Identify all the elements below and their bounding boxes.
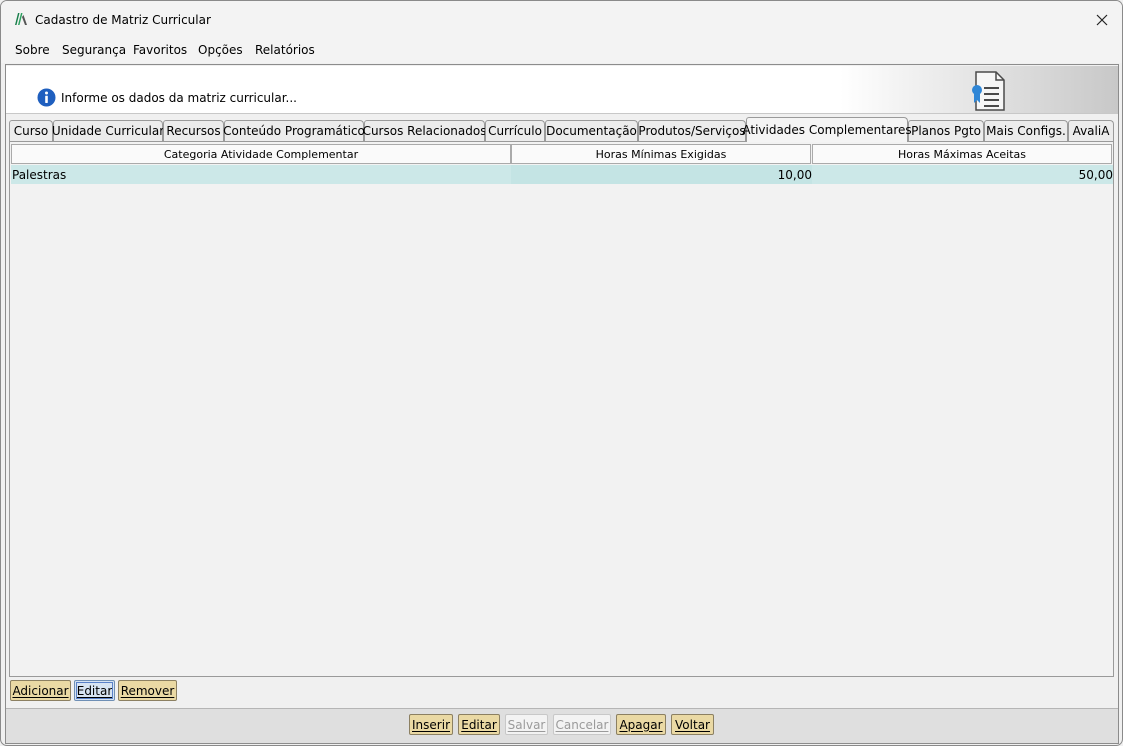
tab-label: Curso bbox=[13, 124, 49, 138]
tab-label: Cursos Relacionados bbox=[362, 124, 487, 138]
insert-button[interactable]: Inserir bbox=[409, 714, 453, 735]
tab-conteudo-programatico[interactable]: Conteúdo Programático bbox=[223, 120, 365, 141]
delete-button[interactable]: Apagar bbox=[616, 714, 666, 735]
tab-avalia[interactable]: AvaliA bbox=[1068, 120, 1114, 141]
cancel-button[interactable]: Cancelar bbox=[553, 714, 611, 735]
table-row[interactable]: Palestras 10,00 50,00 bbox=[11, 165, 1113, 184]
tab-label: Unidade Curricular bbox=[51, 124, 165, 138]
menu-opcoes[interactable]: Opções bbox=[198, 43, 243, 57]
tab-label: Planos Pgto bbox=[911, 124, 981, 138]
menu-bar: Sobre Segurança Favoritos Opções Relatór… bbox=[1, 39, 1122, 63]
cell-categoria: Palestras bbox=[12, 167, 67, 182]
tab-mais-configs[interactable]: Mais Configs. bbox=[984, 120, 1068, 141]
tab-unidade-curricular[interactable]: Unidade Curricular bbox=[51, 120, 165, 141]
menu-sobre[interactable]: Sobre bbox=[15, 43, 50, 57]
column-header-horas-minimas[interactable]: Horas Mínimas Exigidas bbox=[511, 144, 811, 164]
activities-table: Categoria Atividade Complementar Horas M… bbox=[9, 141, 1114, 677]
back-button[interactable]: Voltar bbox=[671, 714, 714, 735]
add-button[interactable]: Adicionar bbox=[10, 680, 71, 701]
certificate-icon bbox=[972, 71, 1005, 111]
remove-button[interactable]: Remover bbox=[118, 680, 177, 701]
menu-seguranca[interactable]: Segurança bbox=[62, 43, 126, 57]
close-icon bbox=[1096, 14, 1108, 26]
window-title: Cadastro de Matriz Curricular bbox=[35, 13, 211, 27]
header-panel: Informe os dados da matriz curricular... bbox=[6, 66, 1118, 114]
tab-cursos-relacionados[interactable]: Cursos Relacionados bbox=[362, 120, 487, 141]
app-window: Cadastro de Matriz Curricular Sobre Segu… bbox=[0, 0, 1123, 746]
title-bar: Cadastro de Matriz Curricular bbox=[1, 1, 1122, 39]
cell-horas-maximas: 50,00 bbox=[1078, 167, 1113, 182]
tab-documentacao[interactable]: Documentação bbox=[545, 120, 638, 141]
tab-label: Recursos bbox=[166, 124, 221, 138]
info-message: Informe os dados da matriz curricular... bbox=[61, 91, 297, 105]
tab-label: Atividades Complementares bbox=[742, 123, 912, 137]
tab-produtos-servicos[interactable]: Produtos/Serviços bbox=[638, 120, 746, 141]
tab-label: Currículo bbox=[488, 124, 542, 138]
tab-curso[interactable]: Curso bbox=[9, 120, 53, 141]
edit-row-button[interactable]: Editar bbox=[74, 680, 115, 701]
tab-label: Mais Configs. bbox=[986, 124, 1066, 138]
tab-label: Produtos/Serviços bbox=[638, 124, 746, 138]
tab-label: Documentação bbox=[546, 124, 637, 138]
cell-horas-minimas: 10,00 bbox=[511, 165, 812, 184]
save-button[interactable]: Salvar bbox=[505, 714, 548, 735]
app-logo-icon bbox=[15, 13, 27, 25]
tab-label: Conteúdo Programático bbox=[223, 124, 365, 138]
menu-favoritos[interactable]: Favoritos bbox=[133, 43, 187, 57]
column-header-categoria[interactable]: Categoria Atividade Complementar bbox=[11, 144, 511, 164]
edit-button[interactable]: Editar bbox=[458, 714, 500, 735]
tab-atividades-complementares[interactable]: Atividades Complementares bbox=[742, 117, 912, 142]
tab-planos-pgto[interactable]: Planos Pgto bbox=[908, 120, 984, 141]
tab-recursos[interactable]: Recursos bbox=[163, 120, 224, 141]
tab-curriculo[interactable]: Currículo bbox=[485, 120, 545, 141]
close-button[interactable] bbox=[1088, 7, 1116, 33]
tab-label: AvaliA bbox=[1072, 124, 1110, 138]
menu-relatorios[interactable]: Relatórios bbox=[255, 43, 315, 57]
tab-bar: Curso Unidade Curricular Recursos Conteú… bbox=[9, 117, 1117, 142]
column-header-horas-maximas[interactable]: Horas Máximas Aceitas bbox=[812, 144, 1112, 164]
info-icon bbox=[37, 88, 56, 107]
